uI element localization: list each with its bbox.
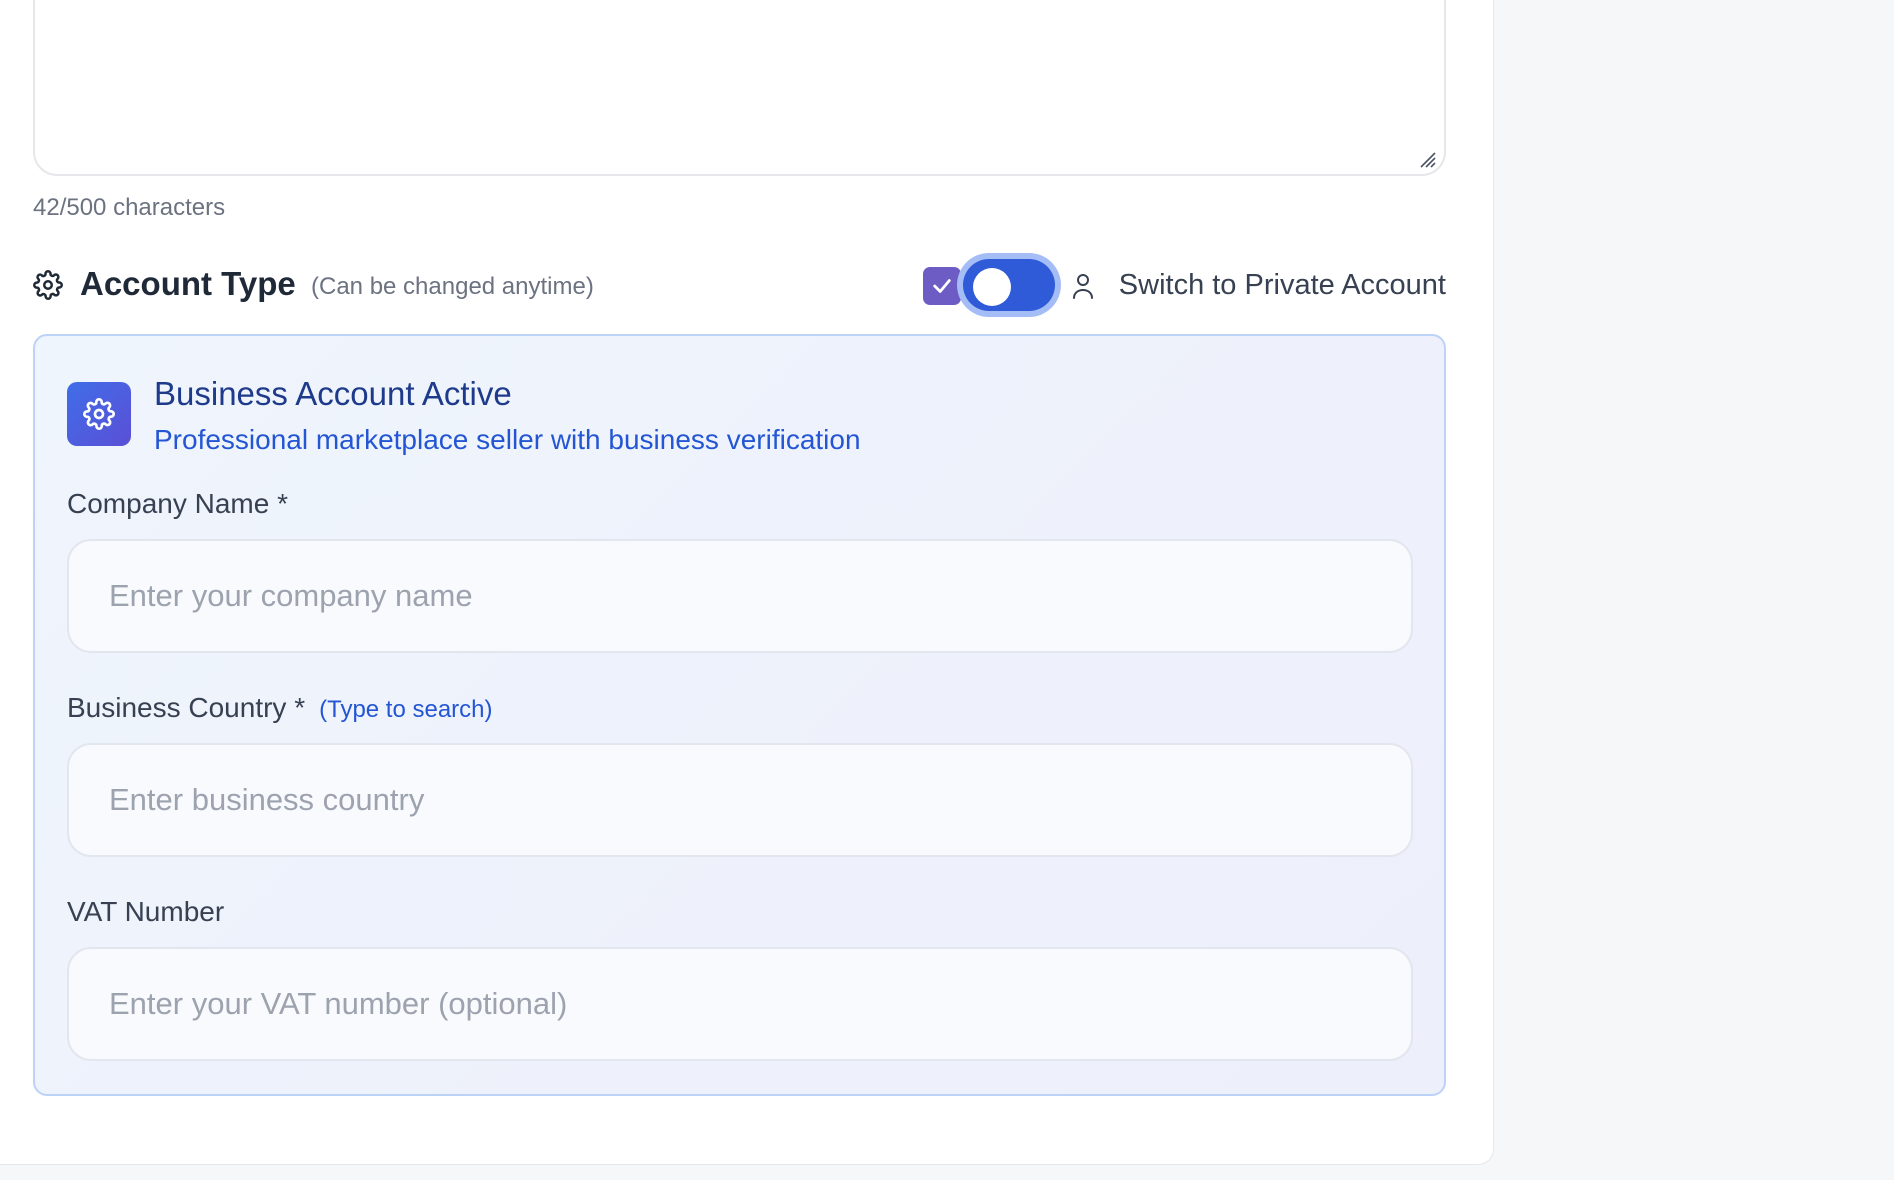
business-country-label: Business Country * (Type to search) bbox=[67, 692, 493, 724]
gear-icon bbox=[83, 398, 115, 430]
user-icon bbox=[1073, 274, 1093, 299]
vat-number-label: VAT Number bbox=[67, 896, 224, 928]
panel-subtitle: Professional marketplace seller with bus… bbox=[154, 424, 861, 455]
account-type-header: Account Type (Can be changed anytime) Sw… bbox=[33, 256, 1446, 312]
section-title: Account Type bbox=[80, 265, 296, 302]
company-name-label: Company Name * bbox=[67, 488, 288, 520]
character-counter: 42/500 characters bbox=[33, 194, 226, 221]
check-icon bbox=[933, 279, 951, 293]
description-textarea[interactable] bbox=[33, 0, 1446, 176]
account-type-checkbox[interactable] bbox=[923, 267, 961, 305]
business-badge bbox=[67, 382, 131, 446]
resize-handle-icon[interactable] bbox=[1418, 150, 1436, 168]
company-name-label-text: Company Name * bbox=[67, 488, 288, 519]
business-country-input[interactable] bbox=[67, 743, 1413, 857]
type-to-search-hint: (Type to search) bbox=[319, 696, 493, 723]
switch-knob bbox=[973, 268, 1011, 306]
vat-number-input[interactable] bbox=[67, 947, 1413, 1061]
switch-to-private-label[interactable]: Switch to Private Account bbox=[1119, 269, 1446, 302]
company-name-input[interactable] bbox=[67, 539, 1413, 653]
section-note: (Can be changed anytime) bbox=[311, 273, 594, 300]
gear-icon bbox=[33, 270, 63, 300]
form-card: 42/500 characters Account Type (Can be c… bbox=[0, 0, 1494, 1165]
account-type-toggle-group: Switch to Private Account bbox=[923, 256, 1446, 312]
business-country-label-text: Business Country * bbox=[67, 692, 306, 723]
account-type-switch[interactable] bbox=[963, 259, 1055, 311]
vat-number-label-text: VAT Number bbox=[67, 896, 225, 927]
business-account-panel: Business Account Active Professional mar… bbox=[33, 334, 1446, 1096]
panel-title: Business Account Active bbox=[154, 375, 512, 412]
